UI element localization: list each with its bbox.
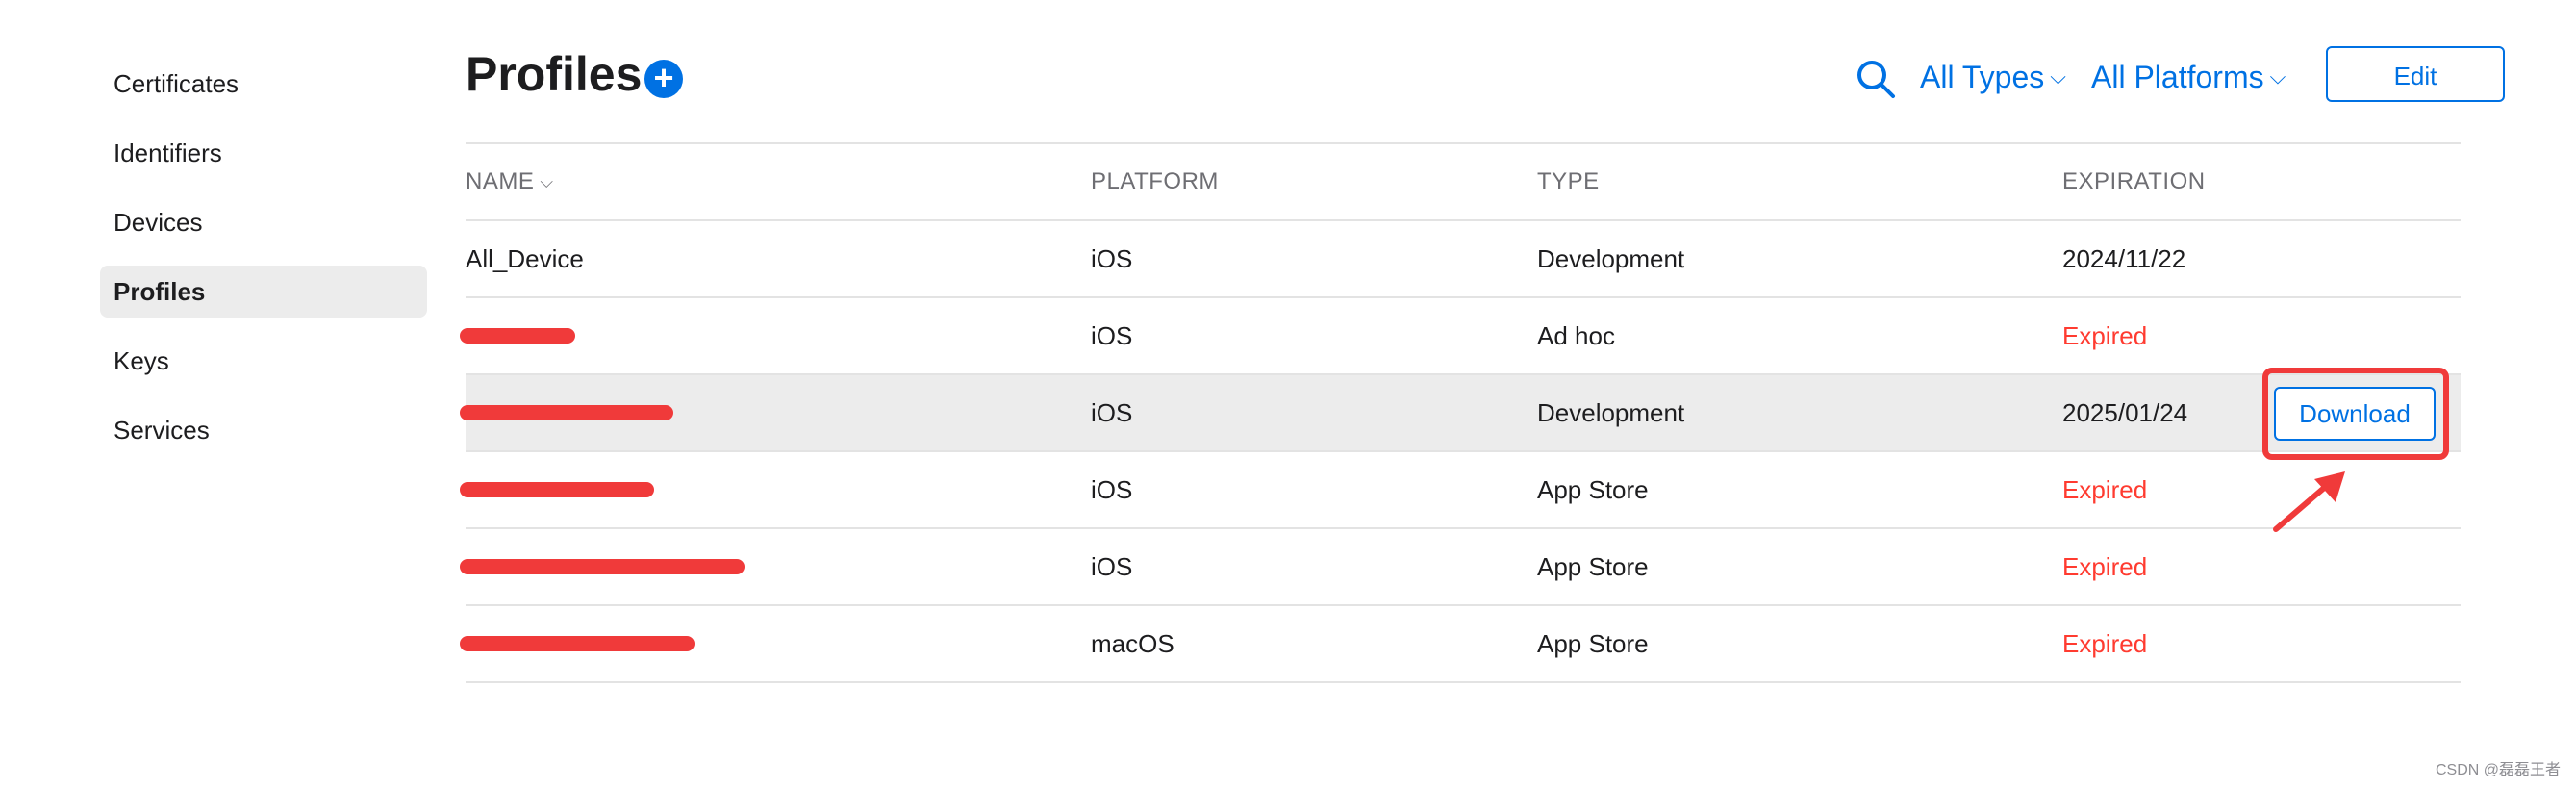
sidebar-item-services[interactable]: Services <box>100 404 427 456</box>
annotation-arrow-icon <box>2273 471 2345 532</box>
edit-button[interactable]: Edit <box>2326 46 2505 102</box>
column-header-platform: PLATFORM <box>1091 168 1219 194</box>
table-row[interactable]: macOS App Store Expired <box>460 606 2461 683</box>
filter-platforms-dropdown[interactable]: All Platforms ⌵ <box>2091 60 2286 95</box>
profile-name[interactable] <box>460 375 1062 450</box>
sort-chevron-icon: ⌵ <box>540 171 554 191</box>
profile-platform: iOS <box>1091 243 1133 273</box>
profiles-table: NAME ⌵ PLATFORM TYPE EXPIRATION All_Devic… <box>460 142 2461 683</box>
table-header-row: NAME ⌵ PLATFORM TYPE EXPIRATION <box>466 142 2461 221</box>
sidebar-item-certificates[interactable]: Certificates <box>100 58 427 110</box>
profile-type: App Store <box>1537 551 1649 581</box>
table-row[interactable]: iOS App Store Expired <box>460 452 2461 529</box>
page-title: Profiles <box>466 47 643 101</box>
redaction-mark <box>460 636 695 651</box>
redaction-mark <box>460 482 654 497</box>
filter-types-dropdown[interactable]: All Types ⌵ <box>1920 60 2066 95</box>
profile-expiration: 2024/11/22 <box>2062 243 2186 273</box>
profile-name[interactable] <box>460 529 1062 604</box>
profile-name[interactable] <box>460 452 1062 527</box>
sidebar-item-keys[interactable]: Keys <box>100 335 427 387</box>
filter-types-label: All Types <box>1920 60 2045 94</box>
profile-platform: iOS <box>1091 397 1133 427</box>
sidebar-item-identifiers[interactable]: Identifiers <box>100 127 427 179</box>
sidebar: Certificates Identifiers Devices Profile… <box>100 58 427 473</box>
sidebar-item-profiles[interactable]: Profiles <box>100 266 427 318</box>
profile-platform: iOS <box>1091 551 1133 581</box>
profile-platform: macOS <box>1091 628 1174 658</box>
profile-platform: iOS <box>1091 474 1133 504</box>
table-row[interactable]: All_Device iOS Development 2024/11/22 <box>466 221 2461 298</box>
watermark: CSDN @磊磊王者 <box>2435 762 2561 778</box>
redaction-mark <box>460 559 745 574</box>
profile-type: App Store <box>1537 628 1649 658</box>
profile-name[interactable] <box>460 606 1062 681</box>
column-header-label: NAME <box>466 168 535 194</box>
chevron-down-icon: ⌵ <box>2269 64 2286 89</box>
column-header-type: TYPE <box>1537 168 1600 194</box>
column-header-name[interactable]: NAME ⌵ <box>466 144 1062 219</box>
redaction-mark <box>460 405 673 420</box>
profile-type: Ad hoc <box>1537 320 1615 350</box>
profile-name[interactable]: All_Device <box>466 221 1062 296</box>
chevron-down-icon: ⌵ <box>2050 64 2066 89</box>
search-icon[interactable] <box>1855 58 1897 100</box>
download-button[interactable]: Download <box>2274 387 2436 441</box>
column-header-expiration: EXPIRATION <box>2062 168 2206 194</box>
table-row[interactable]: iOS App Store Expired <box>460 529 2461 606</box>
profile-expiration: Expired <box>2062 320 2148 350</box>
profile-name[interactable] <box>460 298 1062 373</box>
profile-expiration: Expired <box>2062 628 2148 658</box>
page-header: Profiles + All Types ⌵ All Platforms ⌵ Edi… <box>466 38 2505 115</box>
table-row[interactable]: iOS Development 2025/01/24 Download <box>460 368 2461 460</box>
table-row[interactable]: iOS Ad hoc Expired <box>460 298 2461 375</box>
profile-platform: iOS <box>1091 320 1133 350</box>
profile-type: Development <box>1537 397 1685 427</box>
profile-type: App Store <box>1537 474 1649 504</box>
profile-type: Development <box>1537 243 1685 273</box>
profile-expiration: Expired <box>2062 551 2148 581</box>
profile-name-text: All_Device <box>466 243 584 273</box>
filter-platforms-label: All Platforms <box>2091 60 2264 94</box>
sidebar-item-devices[interactable]: Devices <box>100 196 427 248</box>
redaction-mark <box>460 328 575 344</box>
plus-circle-icon[interactable]: + <box>644 60 683 98</box>
